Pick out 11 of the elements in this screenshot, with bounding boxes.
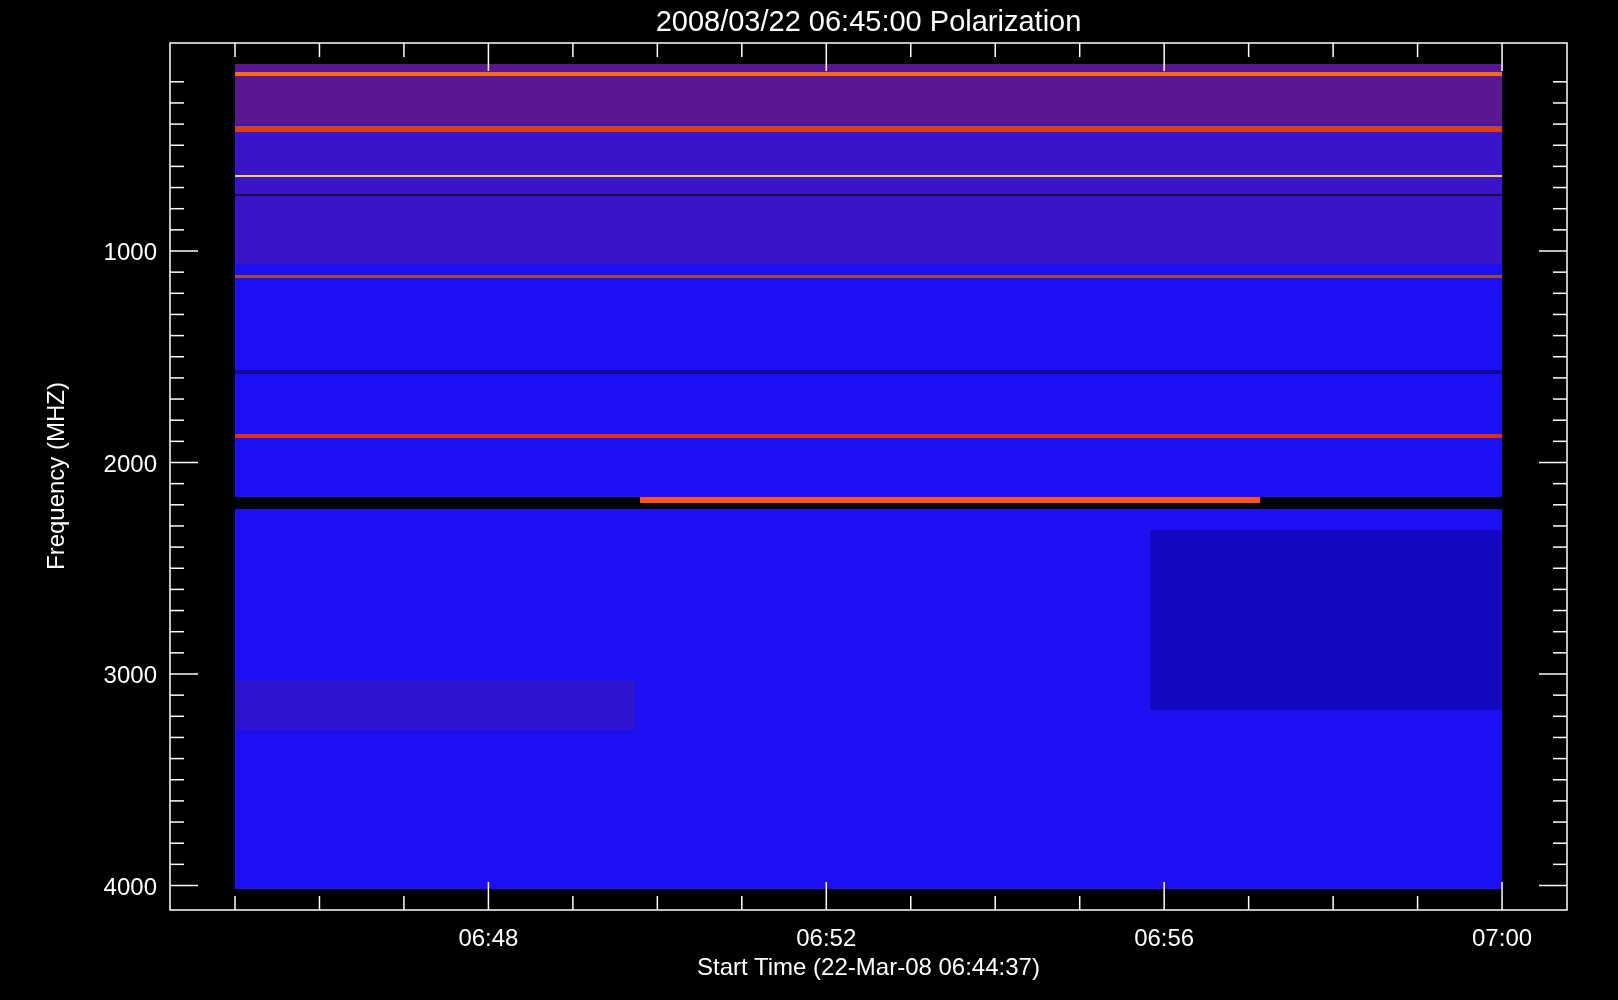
y-axis-label: Frequency (MHZ) — [42, 382, 69, 570]
x-tick-label: 06:56 — [1134, 924, 1195, 951]
x-tick-label: 07:00 — [1472, 924, 1533, 951]
x-tick-label: 06:52 — [796, 924, 857, 951]
y-tick-label: 2000 — [103, 449, 157, 477]
y-tick-label: 3000 — [103, 661, 157, 688]
x-axis-label: Start Time (22-Mar-08 06:44:37) — [697, 953, 1040, 980]
y-tick-label: 4000 — [103, 872, 157, 900]
y-tick-label: 1000 — [103, 238, 157, 265]
chart-title: 2008/03/22 06:45:00 Polarization — [655, 5, 1082, 37]
x-tick-label: 06:48 — [458, 924, 519, 951]
